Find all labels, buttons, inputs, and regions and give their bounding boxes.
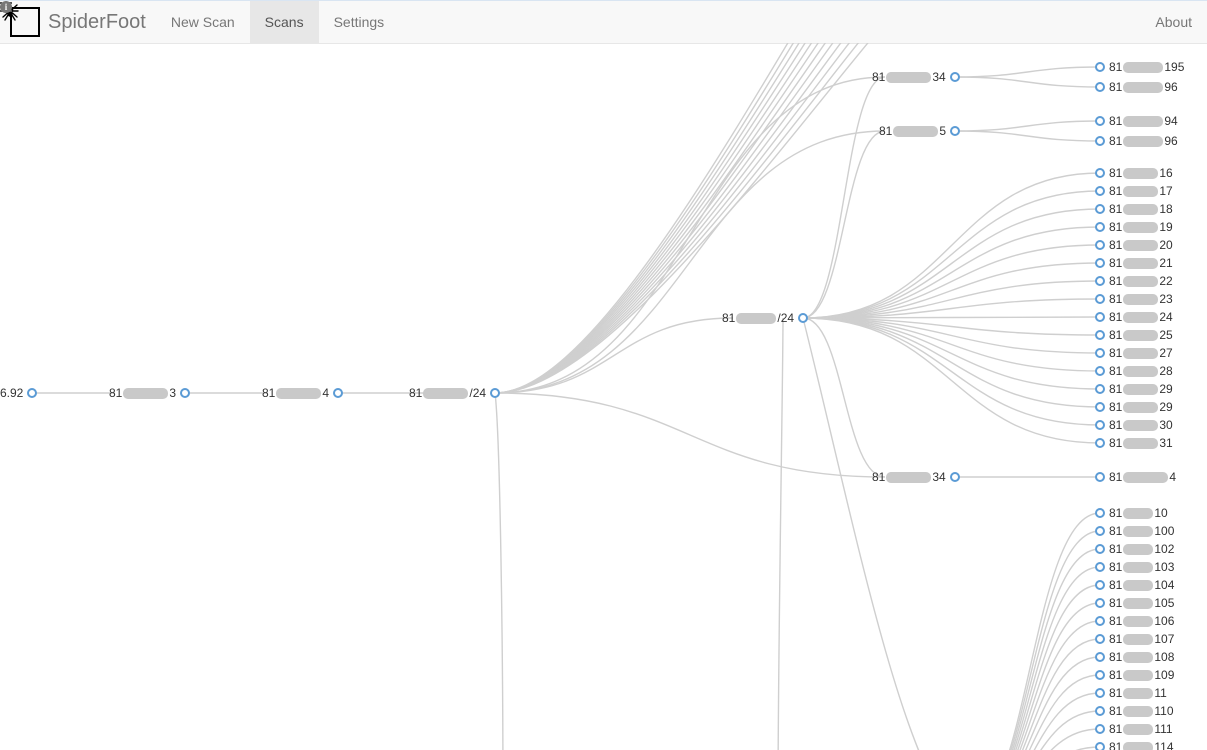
node-mid-child[interactable]: 8129 <box>1095 382 1173 396</box>
navbar: SpiderFoot New Scan Scans Settings i Abo… <box>0 0 1207 44</box>
nav-settings[interactable]: Settings <box>319 1 400 43</box>
graph-stage[interactable]: 6.92 813 814 81/24 81/24 8134 81195 8196 815 8194… <box>0 43 1207 750</box>
nav-about-label: About <box>1155 14 1192 30</box>
node-branch-a-child[interactable]: 81195 <box>1095 60 1184 74</box>
node-mid-child[interactable]: 8124 <box>1095 310 1173 324</box>
node-branch-a-child[interactable]: 8196 <box>1095 80 1178 94</box>
node-chain-2[interactable]: 814 <box>262 386 343 400</box>
nav-scans-label: Scans <box>265 14 304 30</box>
node-mid-child[interactable]: 8127 <box>1095 346 1173 360</box>
node-mid-child[interactable]: 8122 <box>1095 274 1173 288</box>
node-lower-child[interactable]: 81108 <box>1095 650 1174 664</box>
brand-text: SpiderFoot <box>48 11 146 34</box>
node-lower-child[interactable]: 81100 <box>1095 524 1174 538</box>
node-branch-a[interactable]: 8134 <box>872 70 960 84</box>
node-branch-b[interactable]: 815 <box>879 124 960 138</box>
node-mid-child[interactable]: 8119 <box>1095 220 1173 234</box>
node-chain-3[interactable]: 81/24 <box>409 386 500 400</box>
node-chain-1[interactable]: 813 <box>109 386 190 400</box>
node-lower-child[interactable]: 81104 <box>1095 578 1174 592</box>
node-mid-child[interactable]: 8131 <box>1095 436 1173 450</box>
spider-logo-icon <box>10 7 40 37</box>
nav-new-scan-label: New Scan <box>171 14 235 30</box>
nav-scans[interactable]: Scans <box>250 1 319 43</box>
node-lower-child[interactable]: 81107 <box>1095 632 1174 646</box>
node-mid-child[interactable]: 8121 <box>1095 256 1173 270</box>
nav-new-scan[interactable]: New Scan <box>156 1 250 43</box>
node-mid-child[interactable]: 8117 <box>1095 184 1173 198</box>
node-mid-child[interactable]: 8116 <box>1095 166 1173 180</box>
node-branch-b-child[interactable]: 8194 <box>1095 114 1178 128</box>
node-root[interactable]: 6.92 <box>0 386 37 400</box>
node-lower-child[interactable]: 8111 <box>1095 686 1167 700</box>
node-mid-child[interactable]: 8120 <box>1095 238 1173 252</box>
info-icon: i <box>0 1 12 13</box>
node-branch-c-child[interactable]: 814 <box>1095 470 1176 484</box>
node-lower-child[interactable]: 81111 <box>1095 722 1173 736</box>
node-lower-child[interactable]: 81102 <box>1095 542 1174 556</box>
brand[interactable]: SpiderFoot <box>0 1 156 43</box>
node-branch-b-child[interactable]: 8196 <box>1095 134 1178 148</box>
node-lower-child[interactable]: 81109 <box>1095 668 1174 682</box>
node-lower-child[interactable]: 81105 <box>1095 596 1174 610</box>
node-lower-child[interactable]: 81103 <box>1095 560 1174 574</box>
node-mid[interactable]: 81/24 <box>722 311 808 325</box>
node-mid-child[interactable]: 8125 <box>1095 328 1173 342</box>
node-lower-child[interactable]: 8110 <box>1095 506 1168 520</box>
node-mid-child[interactable]: 8128 <box>1095 364 1173 378</box>
node-lower-child[interactable]: 81106 <box>1095 614 1174 628</box>
nav-about[interactable]: i About <box>1140 1 1207 43</box>
node-lower-child[interactable]: 81110 <box>1095 704 1174 718</box>
node-mid-child[interactable]: 8118 <box>1095 202 1173 216</box>
nav-right: i About <box>1140 1 1207 43</box>
node-mid-child[interactable]: 8123 <box>1095 292 1173 306</box>
nav-settings-label: Settings <box>334 14 385 30</box>
node-branch-c[interactable]: 8134 <box>872 470 960 484</box>
nav-left: New Scan Scans Settings <box>156 1 399 43</box>
node-lower-child[interactable]: 81114 <box>1095 740 1174 750</box>
node-mid-child[interactable]: 8129 <box>1095 400 1173 414</box>
node-mid-child[interactable]: 8130 <box>1095 418 1173 432</box>
